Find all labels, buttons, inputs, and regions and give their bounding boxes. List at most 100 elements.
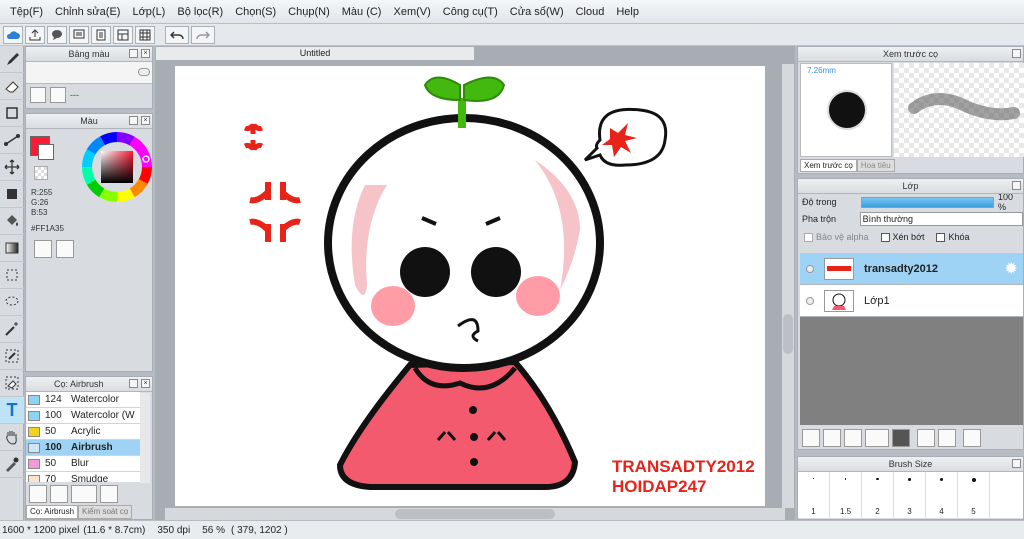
menu-item[interactable]: Chỉnh sửa(E) xyxy=(49,6,126,18)
add-layer-menu-icon[interactable] xyxy=(865,429,889,447)
menu-item[interactable]: Chọn(S) xyxy=(229,6,282,18)
new-8bit-layer-icon[interactable] xyxy=(823,429,841,447)
folder-icon[interactable] xyxy=(892,429,910,447)
select-pen-tool-icon[interactable] xyxy=(0,343,24,370)
restore-icon[interactable] xyxy=(129,116,138,125)
brush-list-item[interactable]: 50 Blur xyxy=(26,456,140,472)
restore-icon[interactable] xyxy=(129,49,138,58)
new-page-icon[interactable] xyxy=(30,87,46,103)
brush-settings-icon[interactable] xyxy=(100,485,118,503)
eraser-tool-icon[interactable] xyxy=(0,73,24,100)
restore-icon[interactable] xyxy=(1012,459,1021,468)
brush-size-label: 3 xyxy=(907,507,912,516)
brush-size-number: 100 xyxy=(45,410,62,421)
blend-mode-select[interactable]: Bình thường xyxy=(859,212,1023,226)
brush-size-option[interactable]: 2 xyxy=(862,472,894,518)
brush-size-option[interactable]: 3 xyxy=(894,472,926,518)
toggle-icon[interactable] xyxy=(138,68,150,76)
color-wheel[interactable] xyxy=(82,132,152,202)
close-icon[interactable]: × xyxy=(141,116,150,125)
brush-tree-icon[interactable] xyxy=(29,485,47,503)
brush-size-option[interactable]: 4 xyxy=(926,472,958,518)
menu-item[interactable]: Bộ lọc(R) xyxy=(171,6,229,18)
select-eraser-tool-icon[interactable] xyxy=(0,370,24,397)
menu-item[interactable]: Cửa sổ(W) xyxy=(504,6,570,18)
tab-navigator[interactable]: Hoa tiêu xyxy=(856,159,895,172)
tab-brush-preview[interactable]: Xem trước cọ xyxy=(800,159,857,172)
layer-row[interactable]: transadty2012 ✹ xyxy=(800,253,1023,285)
magic-wand-tool-icon[interactable] xyxy=(0,316,24,343)
restore-icon[interactable] xyxy=(129,379,138,388)
brush-size-option[interactable]: 1.5 xyxy=(830,472,862,518)
brush-list-item[interactable]: 100 Airbrush xyxy=(26,440,140,456)
move-tool-icon[interactable] xyxy=(0,154,24,181)
tab-brush-control[interactable]: Kiểm soát cọ xyxy=(78,505,133,519)
cloud-icon[interactable] xyxy=(3,25,23,44)
menu-item[interactable]: Chụp(N) xyxy=(282,6,336,18)
chat-icon[interactable] xyxy=(47,25,67,44)
page-icon[interactable] xyxy=(91,25,111,44)
brush-new-icon[interactable] xyxy=(50,485,68,503)
clip-checkbox[interactable]: Xén bớt xyxy=(880,232,924,243)
transparent-swatch[interactable] xyxy=(34,166,48,180)
restore-icon[interactable] xyxy=(1012,49,1021,58)
brush-list-item[interactable]: 70 Smudge xyxy=(26,472,140,482)
brush-menu-icon[interactable] xyxy=(71,485,97,503)
layer-row[interactable]: Lớp1 xyxy=(800,285,1023,317)
trash-icon[interactable] xyxy=(50,87,66,103)
duplicate-layer-icon[interactable] xyxy=(917,429,935,447)
drawing-canvas[interactable]: TRANSADTY2012 HOIDAP247 xyxy=(175,66,765,506)
brush-scrollbar[interactable] xyxy=(140,393,150,483)
protect-alpha-checkbox[interactable]: Bảo vệ alpha xyxy=(804,232,869,243)
brush-list-item[interactable]: 124 Watercolor xyxy=(26,392,140,408)
text-tool-icon[interactable]: T xyxy=(0,397,24,424)
visibility-icon[interactable] xyxy=(806,296,814,305)
visibility-icon[interactable] xyxy=(806,264,814,273)
horizontal-scrollbar[interactable] xyxy=(165,508,785,520)
undo-icon[interactable] xyxy=(165,25,189,44)
gear-icon[interactable]: ✹ xyxy=(1005,260,1017,277)
gradient-tool-icon[interactable] xyxy=(0,235,24,262)
redo-icon[interactable] xyxy=(191,25,215,44)
layout-icon[interactable] xyxy=(113,25,133,44)
export-icon[interactable] xyxy=(25,25,45,44)
fill-rect-tool-icon[interactable] xyxy=(0,181,24,208)
menu-item[interactable]: Công cụ(T) xyxy=(437,6,504,18)
opacity-slider[interactable] xyxy=(860,196,994,208)
restore-icon[interactable] xyxy=(1012,181,1021,190)
palette-add-icon[interactable] xyxy=(56,240,74,258)
rectangle-tool-icon[interactable] xyxy=(0,100,24,127)
vertical-scrollbar[interactable] xyxy=(782,64,794,508)
sub-color-swatch[interactable] xyxy=(38,144,54,160)
comment-icon[interactable] xyxy=(69,25,89,44)
new-1bit-layer-icon[interactable] xyxy=(844,429,862,447)
brush-size-option[interactable]: 1 xyxy=(798,472,830,518)
menu-item[interactable]: Lớp(L) xyxy=(126,6,171,18)
lasso-tool-icon[interactable] xyxy=(0,289,24,316)
menu-item[interactable]: Xem(V) xyxy=(387,6,436,18)
brush-tool-icon[interactable] xyxy=(0,46,24,73)
new-layer-icon[interactable] xyxy=(802,429,820,447)
lock-checkbox[interactable]: Khóa xyxy=(936,232,970,243)
menu-item[interactable]: Cloud xyxy=(570,6,611,18)
brush-list-item[interactable]: 50 Acrylic xyxy=(26,424,140,440)
brush-list-item[interactable]: 100 Watercolor (W xyxy=(26,408,140,424)
tab-brush[interactable]: Cọ: Airbrush xyxy=(26,505,79,519)
menu-item[interactable]: Help xyxy=(610,6,645,18)
hand-tool-icon[interactable] xyxy=(0,424,24,451)
merge-layer-icon[interactable] xyxy=(938,429,956,447)
bucket-tool-icon[interactable] xyxy=(0,208,24,235)
line-tool-icon[interactable] xyxy=(0,127,24,154)
delete-layer-icon[interactable] xyxy=(963,429,981,447)
menu-item[interactable]: Tệp(F) xyxy=(4,6,49,18)
brush-size-option[interactable]: 5 xyxy=(958,472,990,518)
palette-icon[interactable] xyxy=(34,240,52,258)
document-tab[interactable]: Untitled xyxy=(155,46,475,61)
eyedropper-tool-icon[interactable] xyxy=(0,451,24,478)
grid-icon[interactable] xyxy=(135,25,155,44)
palette-swatches[interactable] xyxy=(26,62,152,84)
menu-item[interactable]: Màu (C) xyxy=(336,6,388,18)
select-rect-tool-icon[interactable] xyxy=(0,262,24,289)
close-icon[interactable]: × xyxy=(141,49,150,58)
close-icon[interactable]: × xyxy=(141,379,150,388)
